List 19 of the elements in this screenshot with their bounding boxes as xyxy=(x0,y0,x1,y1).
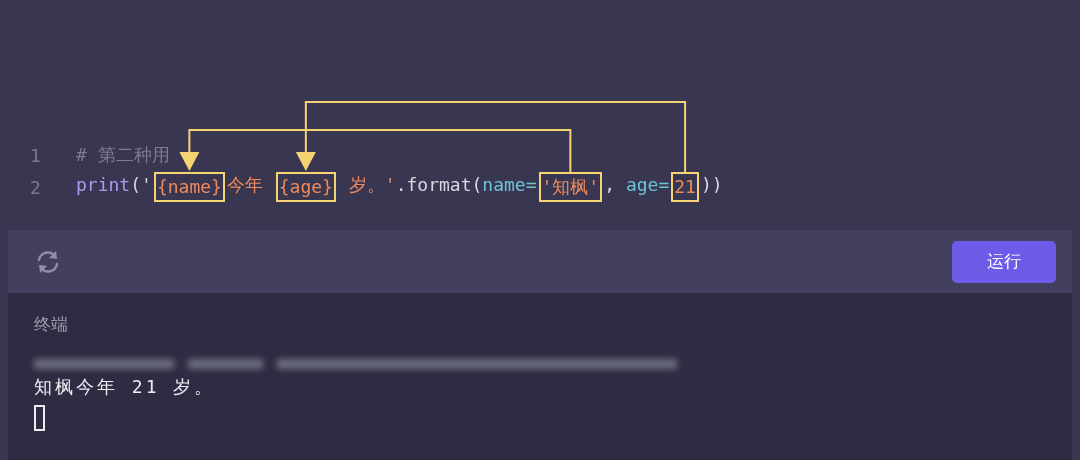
code-token: 岁。' xyxy=(347,173,396,197)
code-token: print xyxy=(76,173,131,197)
highlighted-code: 21 xyxy=(671,172,699,202)
terminal-title: 终端 xyxy=(34,313,69,336)
code-token: # 第二种用 xyxy=(76,143,170,167)
code-token: , xyxy=(604,173,617,197)
line-number: 1 xyxy=(29,144,42,166)
terminal-output: 知枫今年 21 岁。 xyxy=(34,375,217,399)
line-number: 2 xyxy=(29,176,42,198)
code-token: name= xyxy=(482,173,537,197)
highlighted-code: {name} xyxy=(153,172,225,202)
highlighted-code: {age} xyxy=(275,172,336,202)
code-token: (' xyxy=(130,173,152,197)
code-token: 今年 xyxy=(226,173,264,197)
code-token: )) xyxy=(700,173,723,197)
highlighted-code: '知枫' xyxy=(538,172,603,202)
code-token: .format( xyxy=(395,173,483,197)
code-token: age= xyxy=(625,173,670,197)
run-button[interactable]: 运行 xyxy=(952,240,1056,283)
